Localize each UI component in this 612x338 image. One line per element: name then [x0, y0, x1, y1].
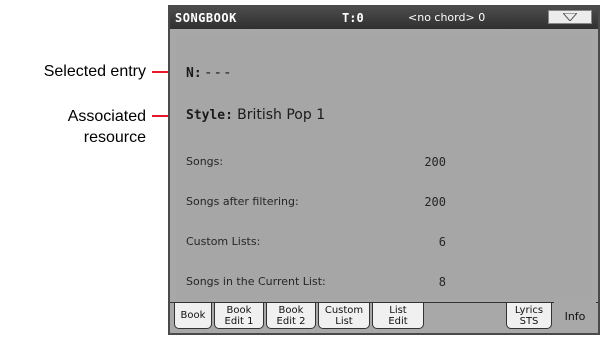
entry-style-label: Style: [186, 108, 233, 123]
tab-list-edit[interactable]: List Edit [372, 303, 424, 329]
tab-bar: Book Book Edit 1 Book Edit 2 Custom List… [170, 297, 598, 333]
chevron-down-icon [563, 13, 577, 21]
tab-info[interactable]: Info [554, 299, 596, 333]
stat-row-songs-after-filtering: Songs after filtering: 200 [186, 195, 446, 209]
entry-number-value: - - - [205, 65, 230, 81]
stat-row-songs-current-list: Songs in the Current List: 8 [186, 275, 446, 289]
callout-selected-entry: Selected entry [43, 63, 146, 80]
stat-row-songs: Songs: 200 [186, 155, 446, 169]
stat-row-custom-lists: Custom Lists: 6 [186, 235, 446, 249]
chord-indicator: <no chord> 0 [408, 11, 486, 24]
songbook-screen: SONGBOOK T:0 <no chord> 0 N: - - - Style… [168, 5, 600, 335]
tab-book-edit-2[interactable]: Book Edit 2 [266, 303, 316, 329]
tab-book-edit-1[interactable]: Book Edit 1 [214, 303, 264, 329]
entry-style-value: British Pop 1 [237, 107, 326, 123]
entry-number[interactable]: N: - - - [186, 65, 230, 81]
entry-style[interactable]: Style: British Pop 1 [186, 107, 325, 123]
page-title: SONGBOOK [175, 11, 237, 25]
tab-lyrics-sts[interactable]: Lyrics STS [506, 303, 552, 329]
callout-associated-resource: Associated resource [67, 108, 146, 146]
page-menu-button[interactable] [548, 10, 592, 24]
info-panel: N: - - - Style: British Pop 1 Songs: 200… [176, 35, 592, 299]
entry-number-label: N: [186, 66, 202, 81]
tab-custom-list[interactable]: Custom List [318, 303, 370, 329]
tempo-indicator: T:0 [342, 11, 364, 25]
title-bar: SONGBOOK T:0 <no chord> 0 [170, 7, 598, 29]
tab-book[interactable]: Book [174, 303, 212, 329]
